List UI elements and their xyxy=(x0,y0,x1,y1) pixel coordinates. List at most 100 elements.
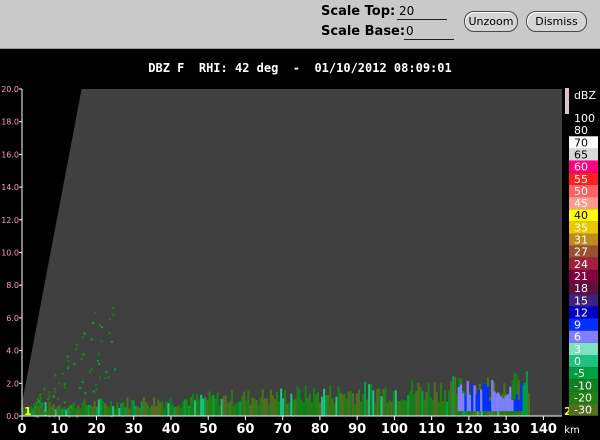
echo-column xyxy=(232,406,236,416)
echo-column xyxy=(353,403,356,416)
echo-column xyxy=(409,391,412,416)
rhi-plot[interactable]: 0 10 20 30 40 50 60 70 80 90 100 110 120 130 140 km0.02… xyxy=(0,0,600,440)
echo-speckle xyxy=(73,362,76,365)
y-tick-label: 20.0 xyxy=(1,85,19,94)
echo-column xyxy=(167,403,170,416)
echo-speckle xyxy=(38,402,41,405)
echo-column xyxy=(83,399,86,416)
echo-speckle xyxy=(37,406,40,409)
echo-column xyxy=(265,398,268,416)
echo-column-strong xyxy=(457,387,460,412)
echo-column xyxy=(200,394,203,416)
echo-column xyxy=(327,395,330,416)
colorbar-label: -30 xyxy=(574,404,592,417)
colorbar-label: 21 xyxy=(574,270,588,283)
echo-column xyxy=(239,401,242,416)
echo-column xyxy=(316,392,319,416)
x-tick-label: 10 xyxy=(50,422,68,437)
echo-speckle xyxy=(55,407,58,410)
echo-column xyxy=(204,397,207,416)
echo-speckle xyxy=(97,359,100,362)
echo-column xyxy=(331,399,334,416)
echo-column xyxy=(241,395,244,416)
echo-column-strong xyxy=(459,384,463,412)
echo-column xyxy=(93,401,96,416)
echo-column xyxy=(525,371,528,416)
colorbar-label: -10 xyxy=(574,379,592,392)
echo-speckle xyxy=(112,306,115,309)
echo-speckle xyxy=(34,406,37,409)
colorbar-label: 24 xyxy=(574,258,588,271)
echo-column xyxy=(273,399,276,416)
echo-column xyxy=(271,395,274,416)
echo-speckle xyxy=(105,371,108,374)
echo-speckle xyxy=(46,406,49,409)
echo-speckle xyxy=(43,387,46,390)
echo-column xyxy=(171,404,174,416)
echo-speckle xyxy=(37,413,40,416)
echo-column xyxy=(304,385,307,416)
echo-column xyxy=(177,405,180,416)
echo-column xyxy=(269,389,272,416)
echo-column xyxy=(275,391,279,416)
echo-column xyxy=(183,399,186,416)
echo-speckle xyxy=(63,410,66,413)
echo-column xyxy=(54,408,57,416)
y-tick-label: 6.0 xyxy=(6,314,19,323)
echo-column xyxy=(337,386,340,416)
echo-column xyxy=(380,396,383,416)
echo-speckle xyxy=(104,377,107,380)
y-tick-label: 14.0 xyxy=(1,183,19,192)
echo-column-strong xyxy=(495,393,498,412)
echo-column xyxy=(187,405,190,416)
echo-column xyxy=(368,384,371,416)
echo-speckle xyxy=(85,406,88,409)
echo-column-strong xyxy=(475,394,478,412)
echo-column xyxy=(220,399,223,416)
echo-column-strong xyxy=(504,395,507,412)
echo-column xyxy=(75,408,78,416)
echo-column xyxy=(142,397,145,416)
echo-speckle xyxy=(83,353,86,356)
echo-column xyxy=(454,376,457,416)
echo-speckle xyxy=(63,400,66,403)
colorbar-label: 100 xyxy=(574,112,595,125)
echo-column xyxy=(71,403,74,416)
echo-column xyxy=(294,398,297,416)
echo-column xyxy=(415,390,418,416)
echo-speckle xyxy=(40,397,43,400)
echo-column-strong xyxy=(486,386,490,412)
echo-column xyxy=(128,408,131,416)
y-tick-label: 18.0 xyxy=(1,118,19,127)
echo-column xyxy=(67,407,70,416)
colorbar-label: 3 xyxy=(574,343,581,356)
echo-column-strong xyxy=(515,394,519,412)
echo-column xyxy=(179,407,182,416)
echo-speckle xyxy=(90,338,93,341)
echo-speckle xyxy=(63,383,66,386)
echo-column xyxy=(122,401,125,416)
echo-speckle xyxy=(110,340,113,343)
echo-column xyxy=(138,407,141,416)
echo-column-strong xyxy=(464,394,467,412)
echo-column-strong xyxy=(497,393,501,412)
echo-column xyxy=(136,406,139,416)
echo-speckle xyxy=(90,368,93,371)
echo-column xyxy=(335,396,338,416)
echo-column xyxy=(376,389,379,416)
echo-speckle xyxy=(92,390,95,393)
echo-column xyxy=(382,389,385,416)
echo-column xyxy=(148,407,152,416)
x-tick-label: 110 xyxy=(418,422,445,437)
echo-column xyxy=(419,386,422,416)
y-tick-label: 12.0 xyxy=(1,216,19,225)
echo-column xyxy=(448,390,451,416)
echo-speckle xyxy=(61,372,64,375)
echo-column xyxy=(523,382,526,416)
x-tick-label: 40 xyxy=(162,422,180,437)
echo-column-strong xyxy=(513,399,516,412)
echo-speckle xyxy=(57,397,60,400)
echo-speckle xyxy=(35,401,38,404)
echo-column xyxy=(384,387,387,416)
colorbar-label: 0 xyxy=(574,355,581,368)
